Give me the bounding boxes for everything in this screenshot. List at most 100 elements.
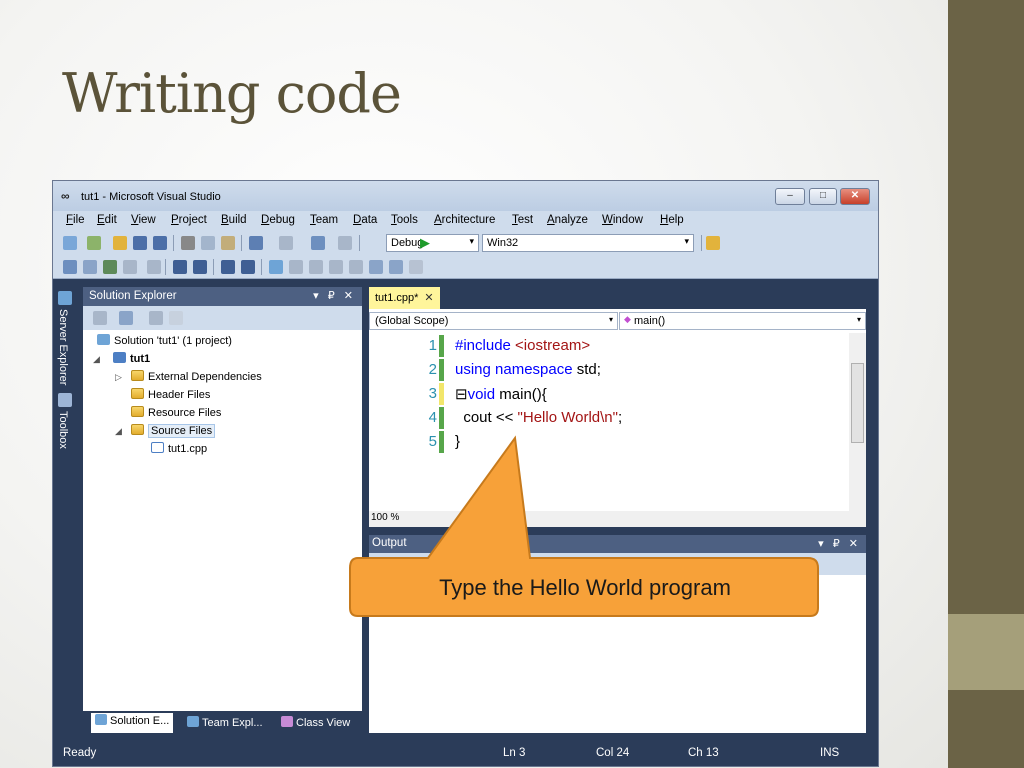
menu-view[interactable]: View: [131, 214, 156, 226]
add-item-icon[interactable]: [87, 236, 101, 250]
code-line[interactable]: cout << "Hello World\n";: [455, 409, 622, 426]
properties-icon[interactable]: [93, 311, 107, 325]
tab-solution-explorer[interactable]: Solution E...: [91, 713, 174, 733]
solution-platform-select[interactable]: Win32 ▾: [482, 234, 694, 252]
solution-explorer-bottom-tabs: Solution E... Team Expl... Class View: [83, 711, 362, 735]
redo-icon[interactable]: [279, 236, 293, 250]
close-button[interactable]: ✕: [840, 188, 870, 205]
tab-class-view[interactable]: Class View: [277, 715, 354, 730]
folder-icon: [131, 370, 144, 381]
menu-project[interactable]: Project: [171, 214, 207, 226]
start-debugging-icon[interactable]: ▶: [420, 235, 430, 251]
navigate-backward-icon[interactable]: [311, 236, 325, 250]
menu-file[interactable]: File: [66, 214, 85, 226]
view-code-icon[interactable]: [149, 311, 163, 325]
previous-bookmark-doc-icon[interactable]: [369, 260, 383, 274]
server-explorer-icon: [58, 291, 72, 305]
menu-architecture[interactable]: Architecture: [434, 214, 495, 226]
status-insert-mode: INS: [820, 747, 840, 759]
menu-tools[interactable]: Tools: [391, 214, 418, 226]
tree-external-dependencies[interactable]: External Dependencies: [131, 370, 262, 383]
collapse-icon[interactable]: ◢: [115, 426, 122, 437]
expand-icon[interactable]: ▷: [115, 372, 122, 383]
keyword-token: using namespace: [455, 361, 573, 378]
next-bookmark-folder-icon[interactable]: [349, 260, 363, 274]
tree-source-files[interactable]: Source Files: [131, 424, 216, 438]
menu-help[interactable]: Help: [660, 214, 684, 226]
maximize-button[interactable]: □: [809, 188, 837, 205]
outdent-icon[interactable]: [147, 260, 161, 274]
show-all-files-icon[interactable]: [119, 311, 133, 325]
toolbar-separator: [359, 235, 360, 251]
panel-controls[interactable]: ▾ ₽ ✕: [818, 537, 861, 550]
save-all-icon[interactable]: [153, 236, 167, 250]
chevron-down-icon: ▾: [684, 236, 689, 246]
code-line[interactable]: using namespace std;: [455, 361, 601, 378]
window-title: tut1 - Microsoft Visual Studio: [81, 191, 221, 203]
toggle-bookmark-icon[interactable]: [269, 260, 283, 274]
scroll-thumb[interactable]: [851, 363, 864, 443]
find-in-files-icon[interactable]: [706, 236, 720, 250]
close-tab-icon[interactable]: ✕: [424, 292, 433, 304]
menu-team[interactable]: Team: [310, 214, 338, 226]
slide-title: Writing code: [62, 62, 402, 125]
line-number: 2: [428, 361, 437, 378]
tree-file-tut1-cpp[interactable]: tut1.cpp: [151, 442, 207, 455]
toolbar-separator: [261, 259, 262, 275]
clear-bookmarks-icon[interactable]: [409, 260, 423, 274]
tree-solution[interactable]: Solution 'tut1' (1 project): [97, 334, 232, 347]
cut-icon[interactable]: [181, 236, 195, 250]
open-file-icon[interactable]: [113, 236, 127, 250]
uncomment-icon[interactable]: [241, 260, 255, 274]
tab-team-explorer[interactable]: Team Expl...: [183, 715, 267, 730]
tree-resource-files[interactable]: Resource Files: [131, 406, 221, 419]
class-diagram-icon[interactable]: [169, 311, 183, 325]
minimize-button[interactable]: –: [775, 188, 805, 205]
navigate-forward-icon[interactable]: [338, 236, 352, 250]
menu-debug[interactable]: Debug: [261, 214, 295, 226]
tab-tut1-cpp[interactable]: tut1.cpp* ✕: [369, 287, 440, 309]
member-select[interactable]: ◆ main() ▾: [619, 312, 866, 330]
solution-icon: [95, 714, 107, 725]
code-line[interactable]: #include <iostream>: [455, 337, 590, 354]
collapse-icon[interactable]: ◢: [93, 354, 100, 365]
menu-build[interactable]: Build: [221, 214, 247, 226]
new-project-icon[interactable]: [63, 236, 77, 250]
slide-side-accent: [948, 614, 1024, 690]
cpp-file-icon: [151, 442, 164, 453]
chevron-down-icon: ▾: [608, 315, 613, 324]
next-bookmark-doc-icon[interactable]: [389, 260, 403, 274]
code-line[interactable]: ⊟void main(){: [455, 385, 547, 403]
scope-select[interactable]: (Global Scope) ▾: [369, 312, 618, 330]
menu-analyze[interactable]: Analyze: [547, 214, 588, 226]
toolbox-tab[interactable]: Toolbox: [57, 411, 69, 449]
panel-controls[interactable]: ▾ ₽ ✕: [313, 289, 356, 302]
vertical-scrollbar[interactable]: [849, 333, 866, 511]
display-object-member-list-icon[interactable]: [63, 260, 77, 274]
save-icon[interactable]: [133, 236, 147, 250]
keyword-token: #include: [455, 337, 516, 354]
decrease-indent-icon[interactable]: [173, 260, 187, 274]
quick-info-icon[interactable]: [103, 260, 117, 274]
previous-bookmark-icon[interactable]: [289, 260, 303, 274]
server-explorer-tab[interactable]: Server Explorer: [57, 309, 69, 385]
comment-out-icon[interactable]: [221, 260, 235, 274]
copy-icon[interactable]: [201, 236, 215, 250]
menu-window[interactable]: Window: [602, 214, 643, 226]
undo-icon[interactable]: [249, 236, 263, 250]
solution-explorer-title: Solution Explorer: [89, 290, 177, 302]
next-bookmark-icon[interactable]: [309, 260, 323, 274]
solution-configuration-select[interactable]: Debug ▾: [386, 234, 479, 252]
previous-bookmark-folder-icon[interactable]: [329, 260, 343, 274]
parameter-info-icon[interactable]: [83, 260, 97, 274]
menu-edit[interactable]: Edit: [97, 214, 117, 226]
keyword-token: void: [467, 386, 496, 403]
menu-data[interactable]: Data: [353, 214, 377, 226]
change-marker: [439, 359, 444, 381]
paste-icon[interactable]: [221, 236, 235, 250]
complete-word-icon[interactable]: [123, 260, 137, 274]
menu-test[interactable]: Test: [512, 214, 533, 226]
tree-project[interactable]: tut1: [113, 352, 150, 365]
increase-indent-icon[interactable]: [193, 260, 207, 274]
tree-header-files[interactable]: Header Files: [131, 388, 210, 401]
